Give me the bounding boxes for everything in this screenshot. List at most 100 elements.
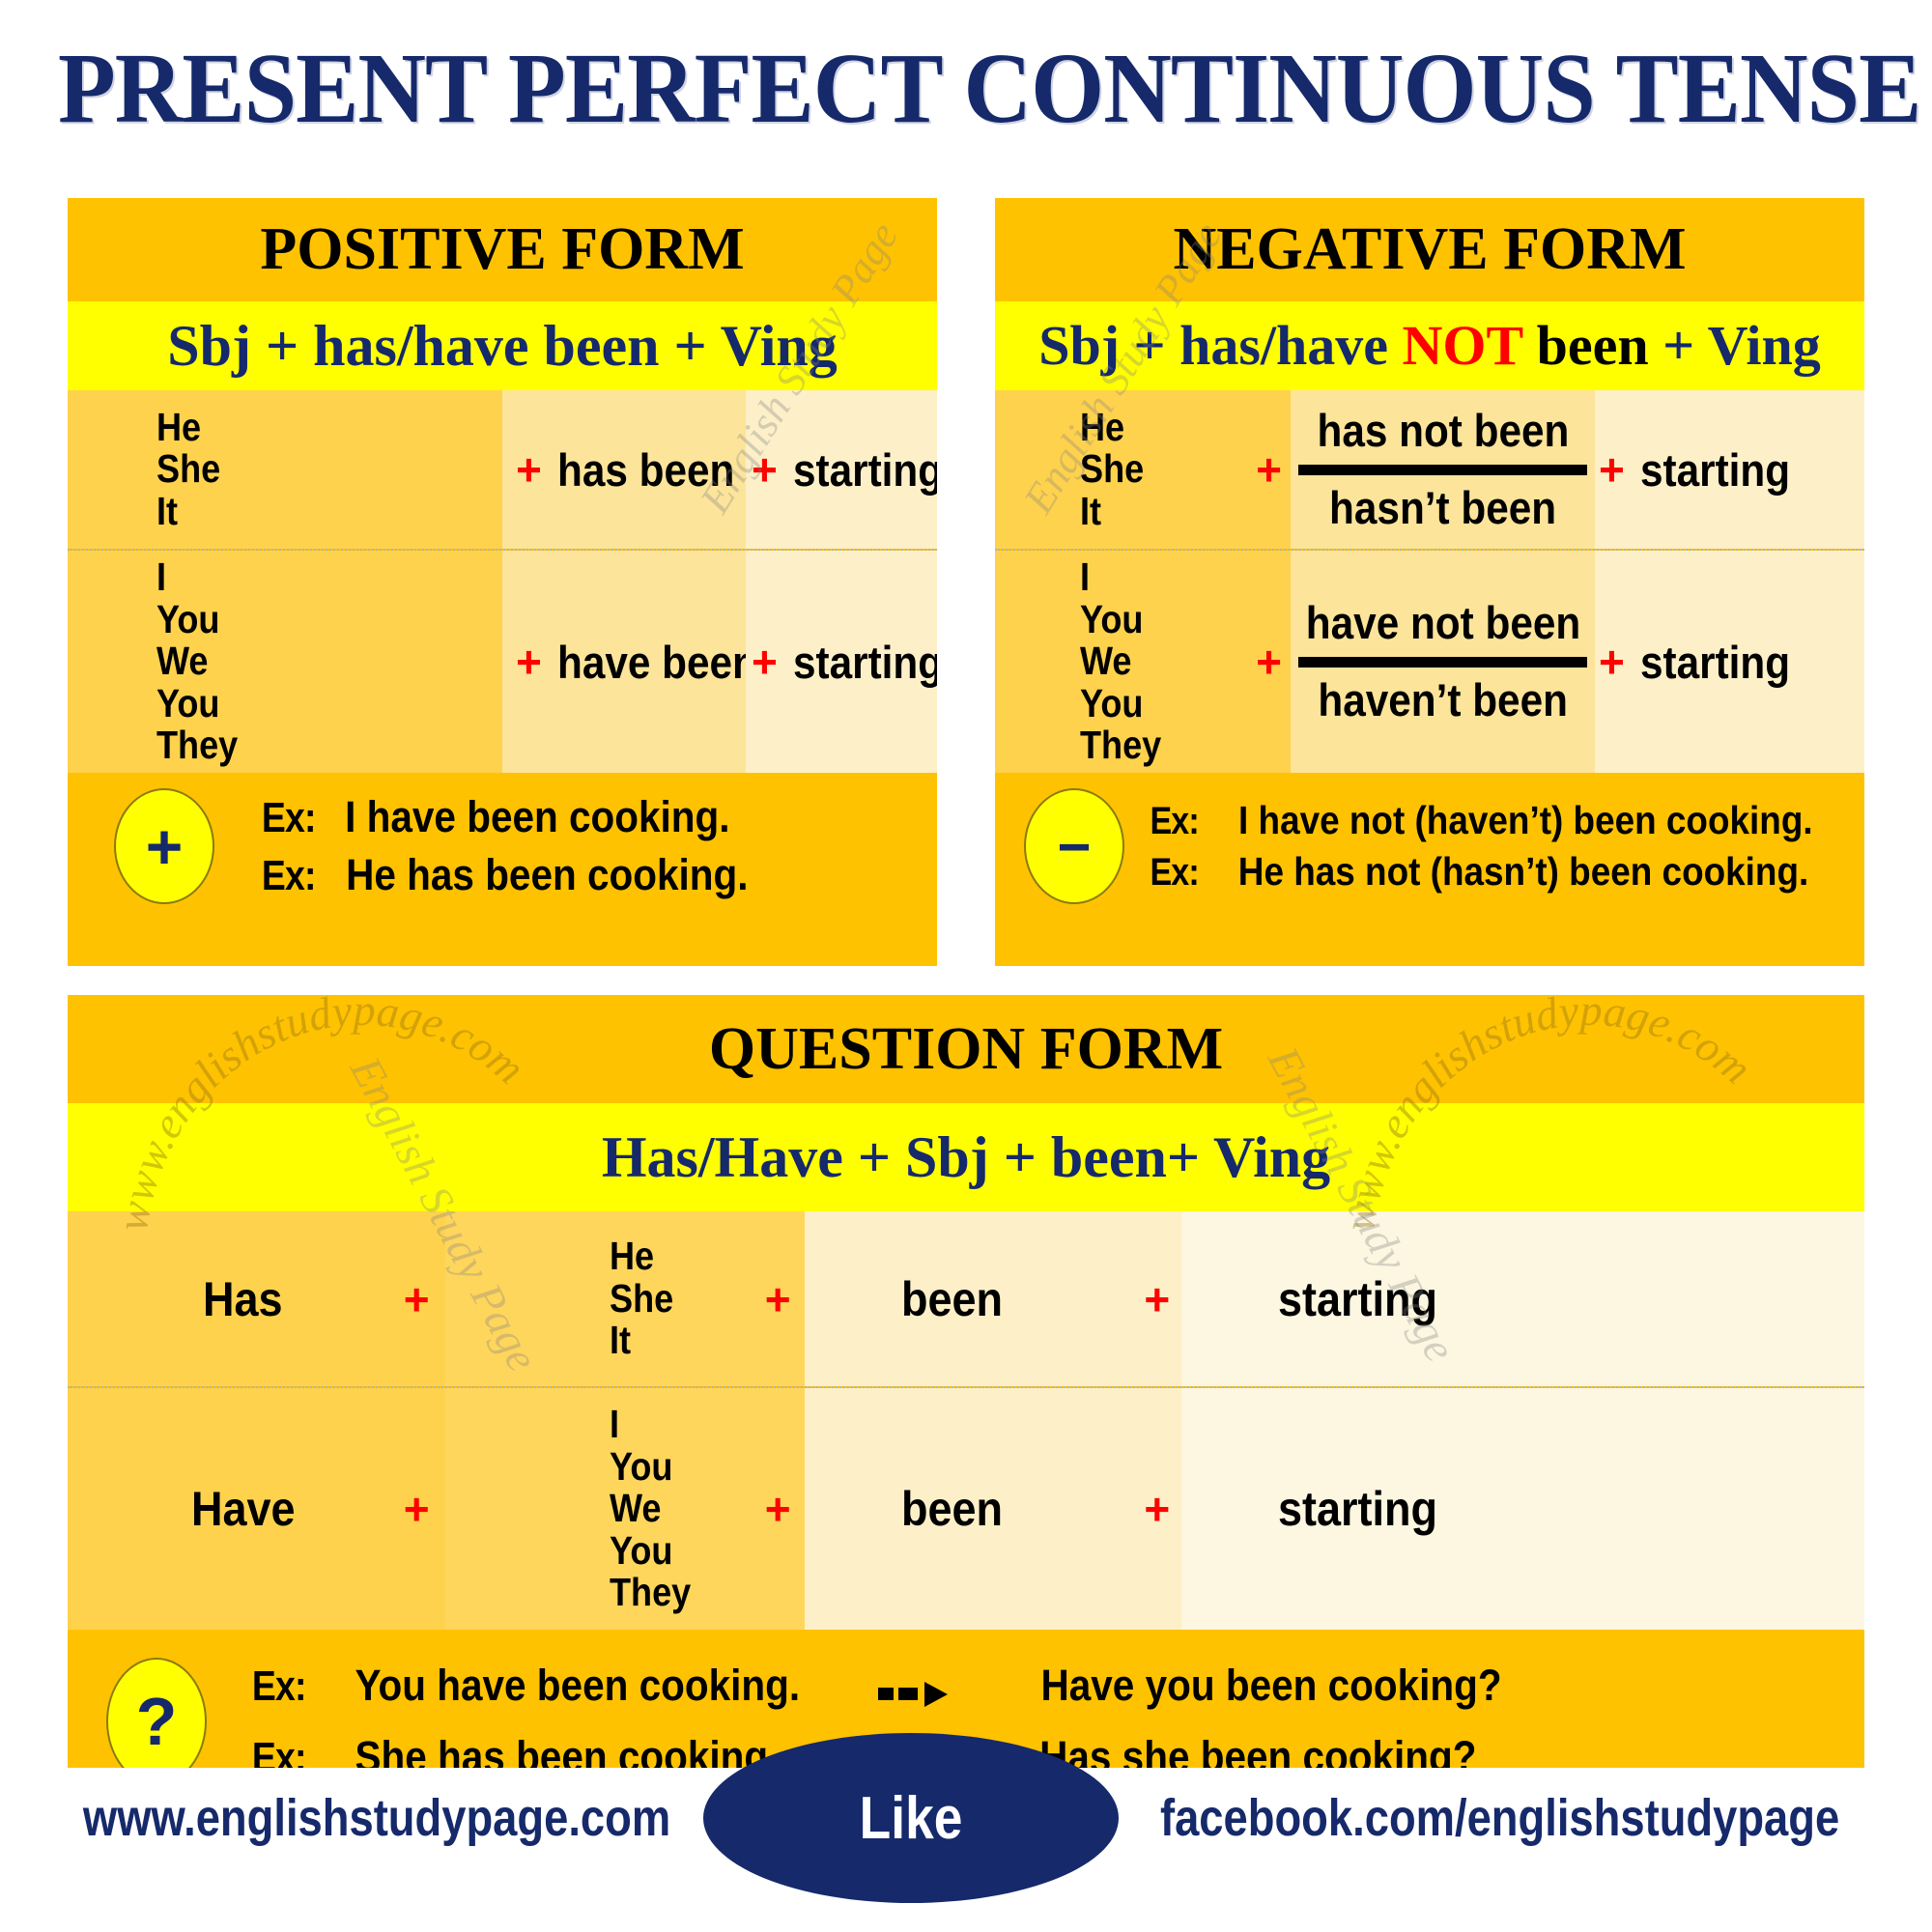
plus-sign: + — [1144, 1484, 1171, 1534]
plus-sign: + — [764, 1484, 791, 1534]
verb-text: starting — [1639, 636, 1790, 688]
auxiliary-text: have been — [556, 636, 757, 688]
auxiliary-long: have not been — [1305, 597, 1580, 649]
positive-form-heading: POSITIVE FORM — [68, 198, 937, 301]
negative-form-heading: NEGATIVE FORM — [995, 198, 1864, 301]
example-tag: Ex: — [1150, 851, 1199, 894]
formula-prefix: Sbj + has/have — [1038, 314, 1403, 377]
pronoun: She — [609, 1275, 673, 1321]
example-tag: Ex: — [261, 794, 317, 841]
verb-cell: + starting — [746, 390, 937, 549]
plus-sign: + — [1144, 1273, 1171, 1324]
example-text: I have not (haven’t) been cooking. — [1238, 798, 1813, 842]
positive-examples-list: Ex: I have been cooking. Ex: He has been… — [257, 792, 771, 900]
pronoun: You — [1080, 596, 1144, 641]
question-form-formula: Has/Have + Sbj + been+ Ving — [68, 1103, 1864, 1211]
pronoun: I — [609, 1402, 619, 1447]
pronoun: I — [156, 554, 167, 600]
auxiliary-stack: have not been haven’t been — [1298, 597, 1587, 725]
table-row: Have + I You We You They + been + starti… — [68, 1388, 1864, 1630]
pronoun: We — [156, 639, 209, 684]
plus-cell: + — [1247, 390, 1291, 549]
pronoun: It — [609, 1318, 631, 1363]
positive-examples-bar: + Ex: I have been cooking. Ex: He has be… — [68, 773, 937, 920]
plus-sign: + — [1599, 444, 1625, 495]
plus-sign: + — [403, 1273, 430, 1324]
plus-sign: + — [752, 637, 778, 687]
positive-form-formula: Sbj + has/have been + Ving — [68, 301, 937, 390]
footer-website[interactable]: www.englishstudypage.com — [83, 1788, 670, 1848]
pronoun: She — [156, 446, 221, 492]
example-statement: You have been cooking. — [355, 1661, 801, 1710]
plus-sign: + — [752, 444, 778, 495]
pronoun: I — [1080, 554, 1091, 600]
pronoun: It — [1080, 488, 1102, 533]
plus-sign: + — [764, 1273, 791, 1324]
verb-text: starting — [792, 636, 937, 688]
plus-sign: + — [1599, 637, 1625, 687]
pronoun: You — [609, 1527, 673, 1573]
fraction-bar — [1298, 656, 1587, 668]
example-line: Ex: He has not (hasn’t) been cooking. — [1146, 849, 1845, 895]
auxiliary-cell: have not been haven’t been — [1291, 551, 1595, 773]
page-title: PRESENT PERFECT CONTINUOUS TENSE — [58, 33, 1921, 144]
example-tag: Ex: — [261, 852, 317, 899]
plus-sign: + — [403, 1484, 430, 1534]
question-form-table: Has + He She It + been + starting Have +… — [68, 1211, 1864, 1630]
pronoun: It — [156, 488, 179, 533]
pronoun: He — [609, 1234, 654, 1279]
example-line: Ex: He has been cooking. — [257, 850, 771, 900]
like-button[interactable]: Like — [703, 1733, 1120, 1903]
question-form-panel: QUESTION FORM Has/Have + Sbj + been+ Vin… — [68, 995, 1864, 1768]
verb-text: starting — [792, 443, 937, 496]
negative-form-formula: Sbj + has/have NOT been + Ving — [995, 301, 1864, 390]
table-row: I You We You They + have been + starting — [68, 551, 937, 773]
auxiliary-text: has been — [556, 443, 735, 496]
been-cell: been + — [804, 1388, 1182, 1630]
negative-form-table: He She It + has not been hasn’t been + s… — [995, 390, 1864, 773]
footer-facebook[interactable]: facebook.com/englishstudypage — [1160, 1788, 1839, 1848]
auxiliary-cell: + have been — [502, 551, 757, 773]
pronoun: They — [609, 1570, 691, 1615]
example-tag: Ex: — [251, 1662, 307, 1710]
verb-text: starting — [1278, 1482, 1438, 1536]
pronoun: You — [1080, 680, 1144, 725]
pronoun: He — [1080, 404, 1125, 449]
example-text: He has not (hasn’t) been cooking. — [1238, 849, 1809, 894]
example-line: Ex: You have been cooking. Have you been… — [247, 1661, 1793, 1711]
example-line: Ex: I have not (haven’t) been cooking. — [1146, 798, 1845, 843]
auxiliary-short: hasn’t been — [1328, 481, 1557, 533]
pronoun: They — [156, 723, 239, 768]
auxiliary-cell: + has been — [502, 390, 746, 549]
minus-badge-icon: − — [1024, 788, 1124, 904]
formula-suffix: + Ving — [1648, 314, 1821, 377]
plus-badge-icon: + — [114, 788, 214, 904]
pronoun-cell: I You We You They — [995, 551, 1247, 773]
table-row: He She It + has not been hasn’t been + s… — [995, 390, 1864, 551]
pronoun: You — [156, 680, 220, 725]
verb-cell: starting — [1181, 1211, 1864, 1386]
example-text: He has been cooking. — [346, 850, 749, 899]
question-form-heading: QUESTION FORM — [68, 995, 1864, 1103]
pronoun: She — [1080, 446, 1145, 492]
footer-bar: www.englishstudypage.com Like facebook.c… — [0, 1733, 1932, 1903]
plus-sign: + — [516, 444, 542, 495]
example-tag: Ex: — [1150, 800, 1199, 842]
been-text: been — [900, 1271, 1003, 1326]
arrow-right-icon — [878, 1681, 949, 1707]
verb-cell: + starting — [1595, 390, 1864, 549]
like-label: Like — [860, 1784, 963, 1852]
verb-text: starting — [1278, 1271, 1438, 1326]
pronoun: We — [1080, 639, 1132, 684]
plus-sign: + — [1256, 444, 1282, 495]
verb-cell: + starting — [1595, 551, 1864, 773]
auxiliary-cell: Have + — [68, 1388, 445, 1630]
verb-cell: + starting — [746, 551, 937, 773]
auxiliary-cell: has not been hasn’t been — [1291, 390, 1595, 549]
pronoun: We — [609, 1486, 662, 1531]
been-text: been — [900, 1482, 1003, 1536]
pronoun-cell: He She It + — [444, 1211, 805, 1386]
formula-not: NOT — [1402, 314, 1523, 377]
table-row: He She It + has been + starting — [68, 390, 937, 551]
pronoun-cell: He She It — [68, 390, 502, 549]
